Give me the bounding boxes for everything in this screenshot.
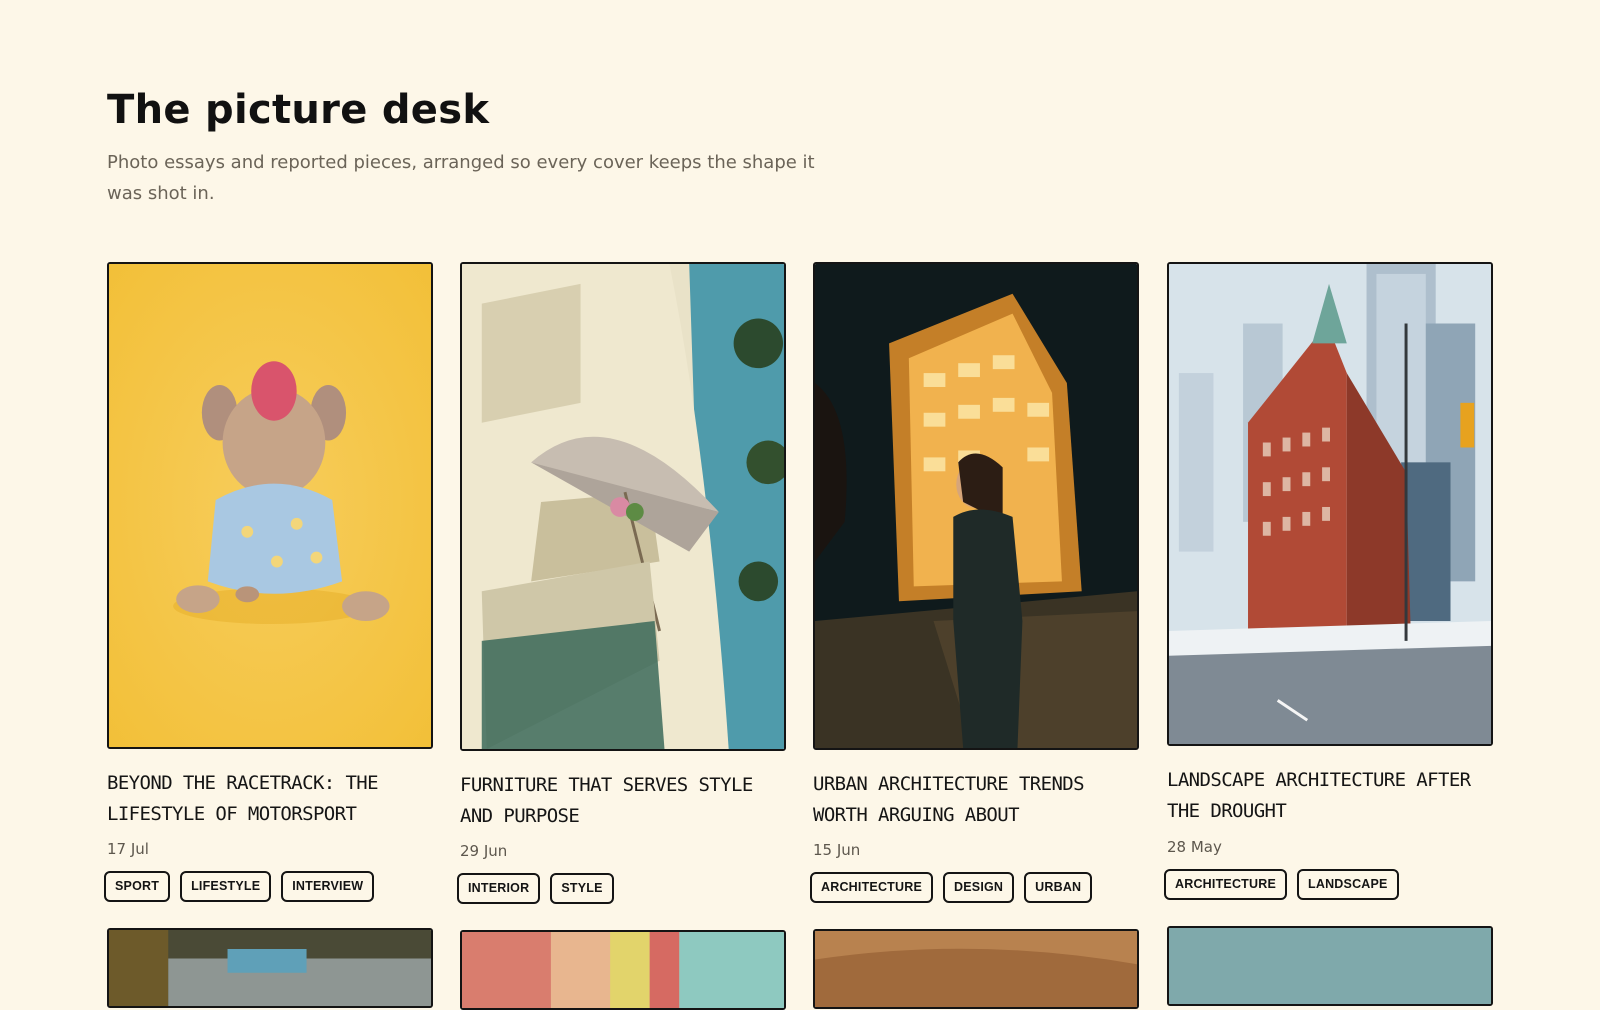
tag-chip[interactable]: INTERIOR xyxy=(457,873,541,904)
page-subtitle: Photo essays and reported pieces, arrang… xyxy=(107,152,815,204)
tag-chip[interactable]: URBAN xyxy=(1024,872,1093,903)
article-title[interactable]: BEYOND THE RACETRACK: THE LIFESTYLE OF M… xyxy=(107,768,433,830)
tag-chip[interactable]: STYLE xyxy=(550,873,614,904)
tag-list: SPORT LIFESTYLE INTERVIEW xyxy=(104,871,375,902)
article-cover-image[interactable] xyxy=(813,262,1139,750)
article-title[interactable]: LANDSCAPE ARCHITECTURE AFTER THE DROUGHT xyxy=(1167,765,1493,827)
article-cover-image[interactable] xyxy=(1167,262,1493,746)
article-cover-image[interactable] xyxy=(107,262,433,749)
article-date: 28 May xyxy=(1167,838,1222,856)
article-title[interactable]: URBAN ARCHITECTURE TRENDS WORTH ARGUING … xyxy=(813,769,1139,831)
tag-chip[interactable]: INTERVIEW xyxy=(281,871,375,902)
tag-list: ARCHITECTURE LANDSCAPE xyxy=(1164,869,1399,900)
tag-list: INTERIOR STYLE xyxy=(457,873,614,904)
article-date: 29 Jun xyxy=(460,842,508,860)
article-cover-image[interactable] xyxy=(460,930,786,1010)
tag-chip[interactable]: LANDSCAPE xyxy=(1297,869,1399,900)
tag-chip[interactable]: LIFESTYLE xyxy=(180,871,272,902)
tag-list: ARCHITECTURE DESIGN URBAN xyxy=(810,872,1093,903)
article-title[interactable]: FURNITURE THAT SERVES STYLE AND PURPOSE xyxy=(460,770,786,832)
article-cover-image[interactable] xyxy=(107,928,433,1008)
article-cover-image[interactable] xyxy=(460,262,786,751)
page-header: The picture desk Photo essays and report… xyxy=(107,82,847,209)
article-date: 17 Jul xyxy=(107,840,149,858)
tag-chip[interactable]: SPORT xyxy=(104,871,171,902)
page-title: The picture desk xyxy=(107,87,490,133)
article-cover-image[interactable] xyxy=(813,929,1139,1009)
tag-chip[interactable]: ARCHITECTURE xyxy=(1164,869,1288,900)
tag-chip[interactable]: DESIGN xyxy=(943,872,1015,903)
article-cover-image[interactable] xyxy=(1167,926,1493,1006)
tag-chip[interactable]: ARCHITECTURE xyxy=(810,872,934,903)
article-date: 15 Jun xyxy=(813,841,861,859)
